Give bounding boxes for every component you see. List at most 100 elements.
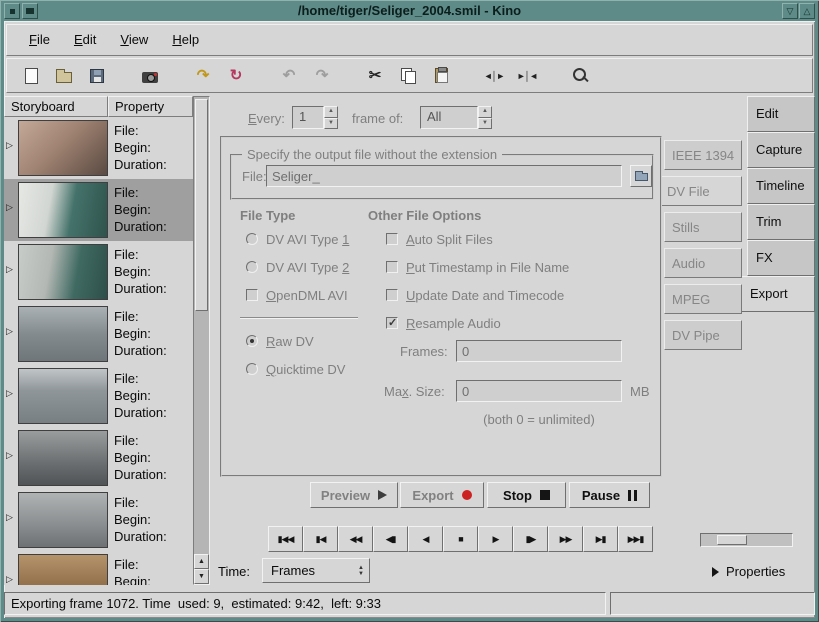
browse-folder-button[interactable] <box>630 165 652 187</box>
clip-thumbnail[interactable] <box>18 368 108 424</box>
titlebar[interactable]: /home/tiger/Seliger_2004.smil - Kino ▽ △ <box>2 2 817 20</box>
frame-of-select[interactable]: All ▲ ▼ <box>420 106 492 129</box>
scrollbar-thumb[interactable] <box>195 99 208 311</box>
property-header[interactable]: Property <box>108 96 193 117</box>
tab-mpeg[interactable]: MPEG <box>664 284 742 314</box>
clip-thumbnail[interactable] <box>18 492 108 548</box>
radio-raw-dv-label[interactable]: Raw DV <box>266 334 314 349</box>
radio-dv-avi-type1-label[interactable]: DV AVI Type 1 <box>266 232 349 247</box>
menu-file[interactable]: File <box>17 25 62 55</box>
play-reverse-button[interactable]: ◀ <box>408 526 443 552</box>
frame-forward-button[interactable]: ▮▶ <box>513 526 548 552</box>
checkbox-auto-split[interactable] <box>386 233 398 245</box>
expander-icon[interactable]: ▷ <box>6 202 13 213</box>
go-to-end-button[interactable]: ▶▶▮ <box>618 526 653 552</box>
tab-trim[interactable]: Trim <box>747 204 815 240</box>
shuttle-slider[interactable] <box>700 533 793 547</box>
previous-scene-button[interactable]: ▮◀ <box>303 526 338 552</box>
window-sticky-button[interactable] <box>22 3 38 19</box>
shuttle-slider-thumb[interactable] <box>717 535 747 545</box>
checkbox-resample-audio[interactable] <box>386 317 398 329</box>
checkbox-auto-split-label[interactable]: Auto Split Files <box>406 232 493 247</box>
stop-button[interactable]: Stop <box>487 482 566 508</box>
tab-export[interactable]: Export <box>742 276 815 312</box>
maximize-button[interactable]: △ <box>799 3 815 19</box>
new-file-icon[interactable] <box>19 64 43 88</box>
expander-icon[interactable]: ▷ <box>6 326 13 337</box>
expander-icon[interactable]: ▷ <box>6 574 13 585</box>
tab-audio[interactable]: Audio <box>664 248 742 278</box>
tab-capture[interactable]: Capture <box>747 132 815 168</box>
checkbox-update-date[interactable] <box>386 289 398 301</box>
expander-icon[interactable]: ▷ <box>6 512 13 523</box>
fast-forward-button[interactable]: ▶▶ <box>548 526 583 552</box>
shade-button[interactable]: ▽ <box>782 3 798 19</box>
radio-quicktime-dv[interactable] <box>246 363 258 375</box>
every-spinner[interactable]: 1 ▲ ▼ <box>292 106 338 129</box>
preview-button[interactable]: Preview <box>310 482 398 508</box>
tab-dv-pipe[interactable]: DV Pipe <box>664 320 742 350</box>
clip-thumbnail[interactable] <box>18 554 108 585</box>
menu-edit[interactable]: Edit <box>62 25 108 55</box>
clip-thumbnail[interactable] <box>18 182 108 238</box>
tab-ieee1394[interactable]: IEEE 1394 <box>664 140 742 170</box>
spin-up-icon[interactable]: ▲ <box>478 106 492 118</box>
frame-of-value[interactable]: All <box>420 106 478 129</box>
expander-icon[interactable]: ▷ <box>6 388 13 399</box>
properties-label[interactable]: Properties <box>726 564 785 579</box>
copy-icon[interactable] <box>396 64 420 88</box>
transport-stop-button[interactable]: ■ <box>443 526 478 552</box>
spin-down-icon[interactable]: ▼ <box>478 118 492 130</box>
clip-thumbnail[interactable] <box>18 306 108 362</box>
expander-icon[interactable]: ▷ <box>6 264 13 275</box>
tab-stills[interactable]: Stills <box>664 212 742 242</box>
storyboard-row[interactable]: ▷ File: Begin: Duration: <box>4 489 193 551</box>
scroll-down-button[interactable]: ▼ <box>194 569 209 584</box>
record-icon[interactable]: ↻ <box>224 64 248 88</box>
radio-quicktime-dv-label[interactable]: Quicktime DV <box>266 362 345 377</box>
save-icon[interactable] <box>85 64 109 88</box>
window-menu-button[interactable] <box>4 3 20 19</box>
checkbox-timestamp[interactable] <box>386 261 398 273</box>
cut-icon[interactable]: ✂ <box>363 64 387 88</box>
tab-edit[interactable]: Edit <box>747 96 815 132</box>
clip-thumbnail[interactable] <box>18 244 108 300</box>
properties-expander-icon[interactable] <box>712 567 719 577</box>
radio-dv-avi-type2[interactable] <box>246 261 258 273</box>
checkbox-timestamp-label[interactable]: Put Timestamp in File Name <box>406 260 569 275</box>
radio-dv-avi-type2-label[interactable]: DV AVI Type 2 <box>266 260 349 275</box>
play-button[interactable]: ▶ <box>478 526 513 552</box>
rewind-button[interactable]: ◀◀ <box>338 526 373 552</box>
storyboard-row[interactable]: ▷ File: Begin: Duration: <box>4 117 193 179</box>
storyboard-row[interactable]: ▷ File: Begin: Duration: <box>4 427 193 489</box>
storyboard-row[interactable]: ▷ File: Begin: Duration: <box>4 241 193 303</box>
checkbox-opendml-avi-label[interactable]: OpenDML AVI <box>266 288 348 303</box>
spin-down-icon[interactable]: ▼ <box>324 118 338 130</box>
pause-button[interactable]: Pause <box>569 482 650 508</box>
spin-up-icon[interactable]: ▲ <box>324 106 338 118</box>
every-value[interactable]: 1 <box>292 106 324 129</box>
storyboard-row[interactable]: ▷ File: Begin: Duration: <box>4 365 193 427</box>
menu-help[interactable]: Help <box>160 25 211 55</box>
tab-timeline[interactable]: Timeline <box>747 168 815 204</box>
join-scenes-icon[interactable]: ►│◄ <box>515 64 539 88</box>
undo-icon[interactable]: ↶ <box>277 64 301 88</box>
tab-dv-file[interactable]: DV File <box>660 176 742 206</box>
storyboard-scrollbar[interactable]: ▲ ▼ <box>193 96 210 585</box>
storyboard-row[interactable]: ▷ File: Begin: Duration: <box>4 551 193 585</box>
menu-view[interactable]: View <box>108 25 160 55</box>
screenshot-icon[interactable] <box>138 64 162 88</box>
go-to-start-button[interactable]: ▮◀◀ <box>268 526 303 552</box>
storyboard-row[interactable]: ▷ File: Begin: Duration: <box>4 303 193 365</box>
redo-icon[interactable]: ↷ <box>310 64 334 88</box>
file-name-input[interactable]: Seliger_ <box>266 165 622 187</box>
expander-icon[interactable]: ▷ <box>6 140 13 151</box>
split-scene-icon[interactable]: ◄│► <box>482 64 506 88</box>
export-button[interactable]: Export <box>400 482 484 508</box>
radio-raw-dv[interactable] <box>246 335 258 347</box>
zoom-icon[interactable] <box>568 64 592 88</box>
publish-jump-icon[interactable]: ↷ <box>191 64 215 88</box>
open-folder-icon[interactable] <box>52 64 76 88</box>
expander-icon[interactable]: ▷ <box>6 450 13 461</box>
storyboard-header[interactable]: Storyboard <box>4 96 108 117</box>
